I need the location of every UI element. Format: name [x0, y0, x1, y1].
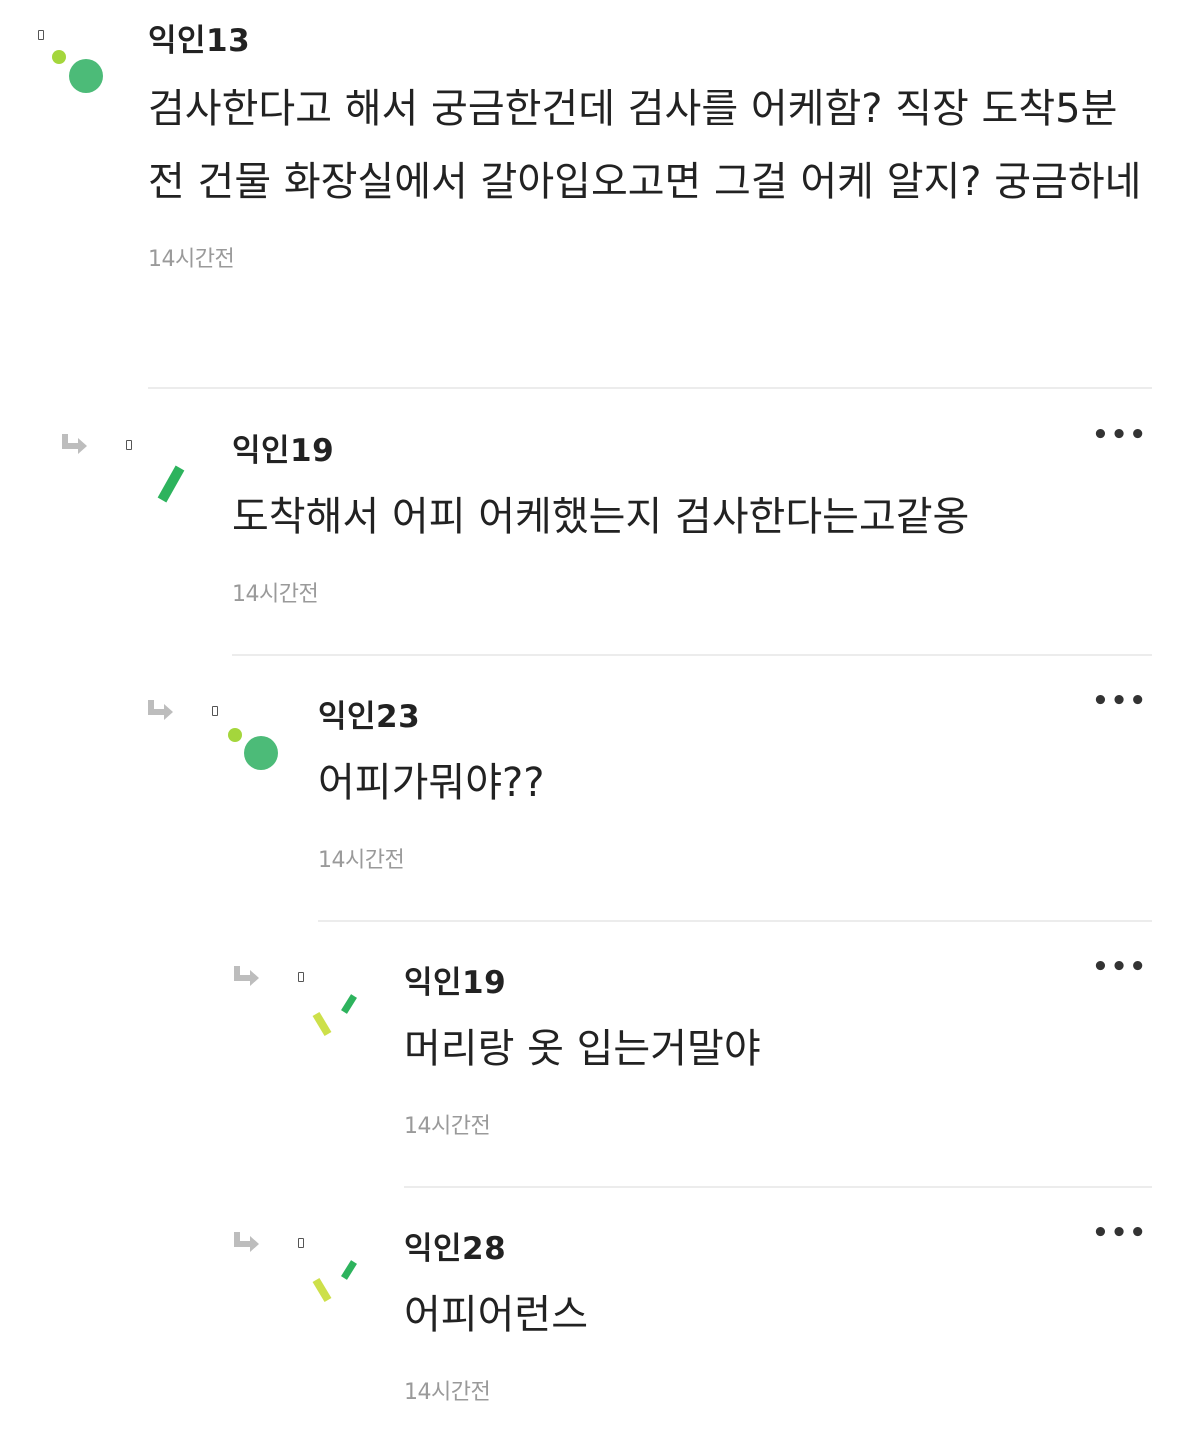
slash-avatar-icon: [157, 465, 185, 503]
comment-text: 어피가뭐야??: [318, 760, 545, 806]
bookmark-icon: [38, 30, 44, 40]
bookmark-icon: [298, 972, 304, 982]
reply-arrow-icon: [234, 1232, 259, 1252]
bookmark-icon: [212, 706, 218, 716]
comment-divider: [404, 1186, 1152, 1188]
comment-item: 익인13 검사한다고 해서 궁금한건데 검사를 어케함? 직장 도착5분 전 건…: [38, 22, 1152, 392]
comment-timestamp: 14시간전: [148, 247, 235, 272]
dots-avatar-icon: [228, 728, 278, 770]
comment-timestamp: 14시간전: [404, 1380, 491, 1405]
comment-timestamp: 14시간전: [318, 848, 405, 873]
reply-arrow-icon: [234, 966, 259, 986]
comment-divider: [232, 654, 1152, 656]
bookmark-icon: [298, 1238, 304, 1248]
comment-author[interactable]: 익인23: [318, 698, 1152, 733]
comment-text: 어피어런스: [404, 1292, 588, 1338]
double-slash-avatar-icon: [312, 994, 357, 1037]
dots-avatar-icon: [52, 50, 103, 93]
comment-author[interactable]: 익인13: [148, 22, 1152, 57]
comment-timestamp: 14시간전: [232, 582, 319, 607]
reply-item: ••• 익인19 도착해서 어피 어케했는지 검사한다는고같옹 14시간전: [60, 422, 1152, 658]
comment-author[interactable]: 익인19: [232, 432, 1152, 467]
reply-item: ••• 익인28 어피어런스 14시간전: [232, 1220, 1152, 1450]
comment-divider: [148, 387, 1152, 389]
double-slash-avatar-icon: [312, 1260, 357, 1303]
comment-text: 머리랑 옷 입는거말야: [404, 1026, 761, 1072]
reply-item: ••• 익인23 어피가뭐야?? 14시간전: [146, 688, 1152, 924]
comment-divider: [318, 920, 1152, 922]
bookmark-icon: [126, 440, 132, 450]
comment-text: 도착해서 어피 어케했는지 검사한다는고같옹: [232, 494, 970, 540]
comment-author[interactable]: 익인28: [404, 1230, 1152, 1265]
comment-text: 검사한다고 해서 궁금한건데 검사를 어케함? 직장 도착5분 전 건물 화장실…: [148, 86, 1142, 205]
reply-arrow-icon: [148, 700, 173, 720]
reply-arrow-icon: [62, 434, 87, 454]
comment-timestamp: 14시간전: [404, 1114, 491, 1139]
comment-author[interactable]: 익인19: [404, 964, 1152, 999]
reply-item: ••• 익인19 머리랑 옷 입는거말야 14시간전: [232, 954, 1152, 1190]
